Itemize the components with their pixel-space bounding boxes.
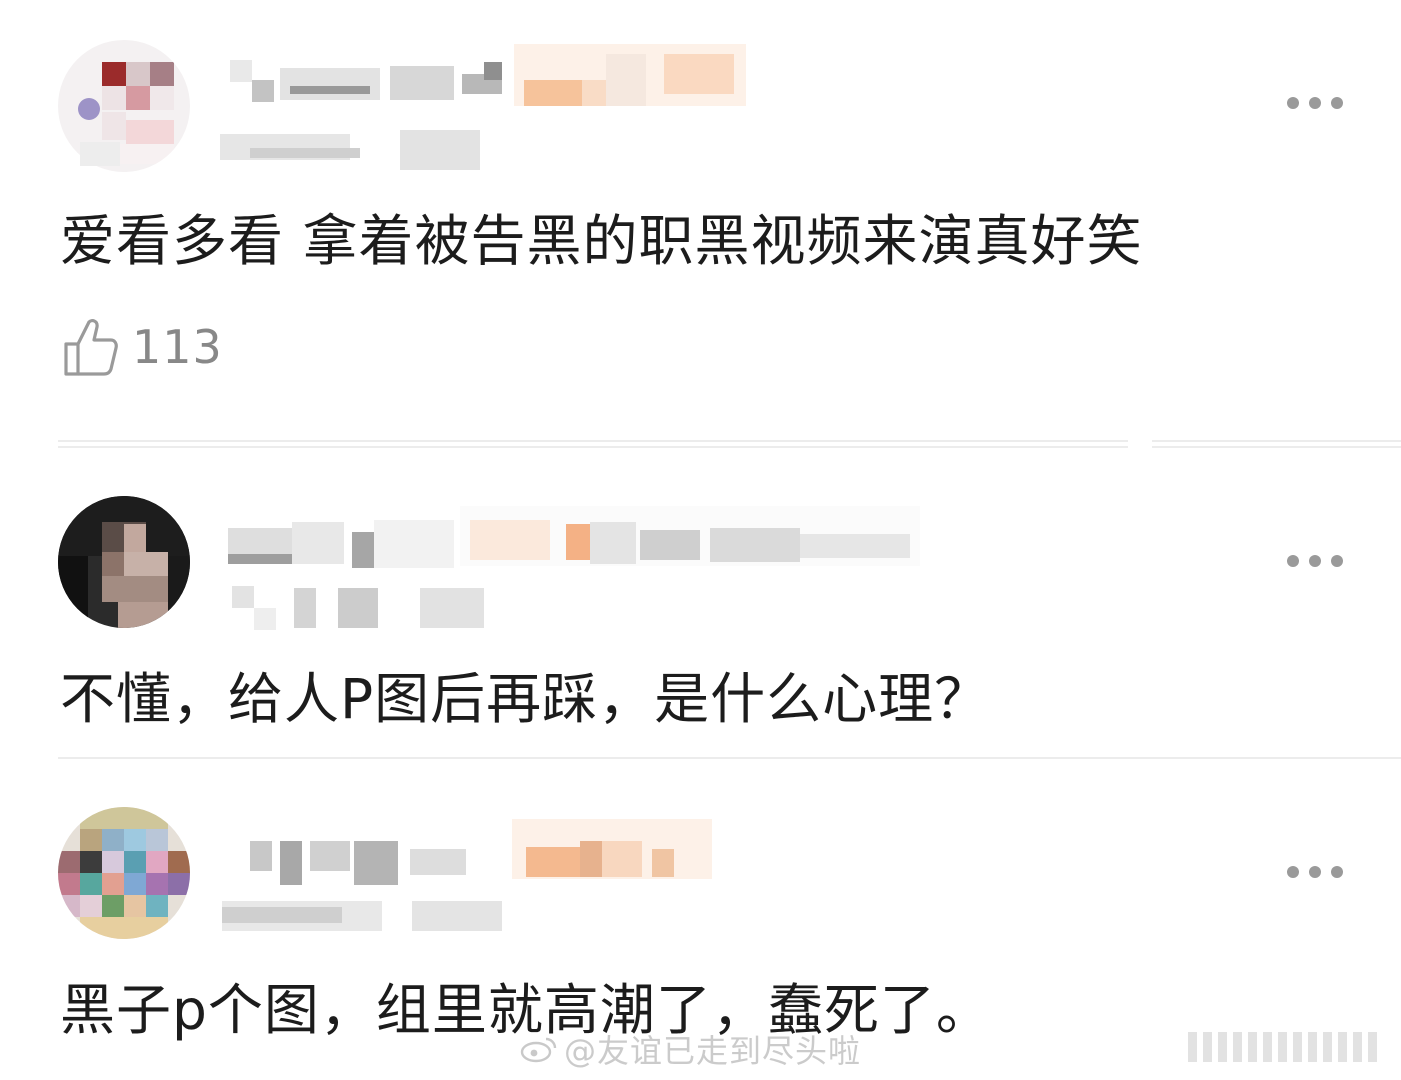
more-dots-icon (1287, 866, 1299, 878)
more-dots-icon (1287, 97, 1299, 109)
comment-text: 不懂，给人P图后再踩，是什么心理？ (60, 667, 991, 731)
divider (58, 757, 1401, 765)
avatar[interactable] (58, 40, 190, 172)
watermark-barcode (1188, 1032, 1377, 1062)
like-count: 113 (132, 320, 223, 374)
weibo-logo-icon (520, 1037, 557, 1063)
divider (58, 440, 1128, 448)
divider (1152, 440, 1401, 448)
avatar[interactable] (58, 496, 190, 628)
more-button[interactable] (1287, 554, 1343, 568)
more-dots-icon (1287, 555, 1299, 567)
comment-item: 爱看多看 拿着被告黑的职黑视频来演真好笑 113 (0, 0, 1401, 440)
like-button[interactable]: 113 (62, 316, 223, 378)
comment-item: 不懂，给人P图后再踩，是什么心理？ (0, 452, 1401, 757)
more-button[interactable] (1287, 96, 1343, 110)
weibo-watermark: @友谊已走到尽头啦 (520, 1026, 861, 1072)
thumbs-up-icon (64, 319, 118, 376)
comment-text: 爱看多看 拿着被告黑的职黑视频来演真好笑 (60, 209, 1143, 273)
avatar[interactable] (58, 807, 190, 939)
more-button[interactable] (1287, 865, 1343, 879)
watermark-text: @友谊已走到尽头啦 (564, 1032, 862, 1070)
